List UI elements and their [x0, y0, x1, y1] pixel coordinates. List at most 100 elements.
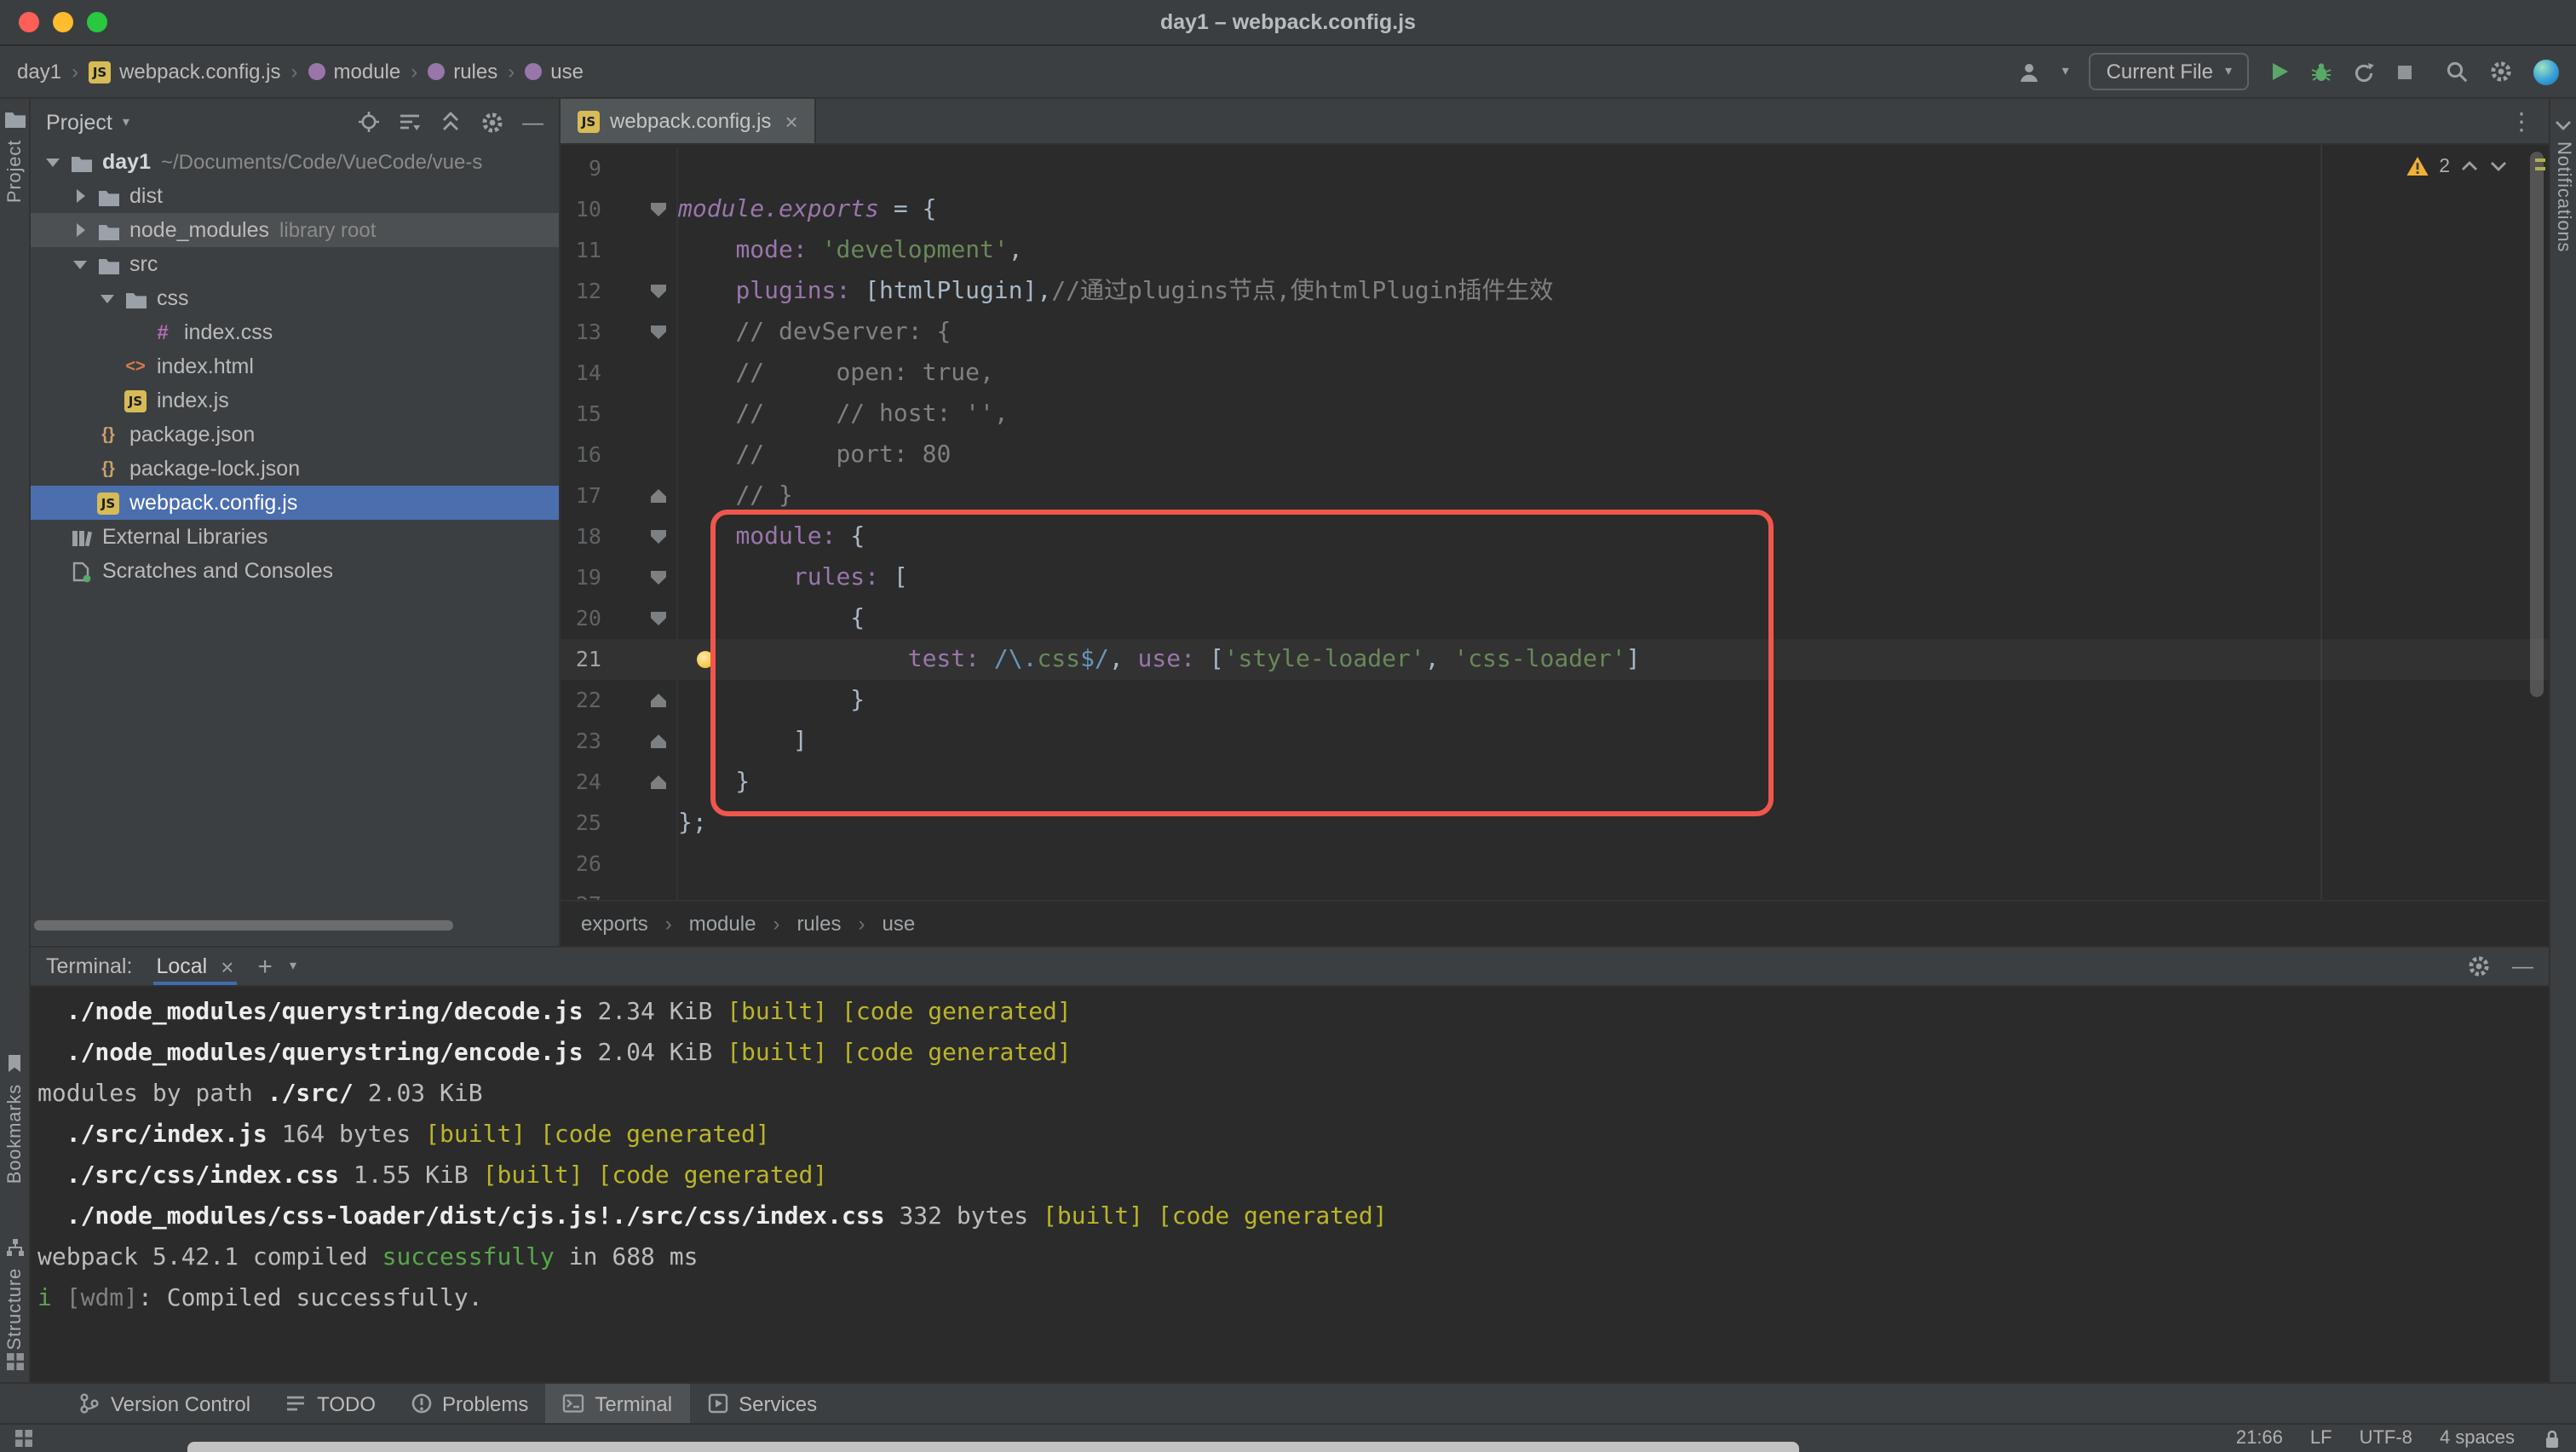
tree-chevron-icon[interactable]: [68, 223, 92, 237]
fold-down-icon[interactable]: [651, 285, 666, 298]
stripe-button-notifications[interactable]: Notifications: [2553, 141, 2573, 252]
code-line-26[interactable]: 26: [561, 844, 2549, 884]
stripe-button-structure[interactable]: Structure: [4, 1268, 25, 1350]
code-line-9[interactable]: 9: [561, 148, 2549, 189]
code-line-11[interactable]: 11 mode: 'development',: [561, 230, 2549, 271]
line-number[interactable]: 10: [561, 189, 601, 230]
line-number[interactable]: 9: [561, 148, 601, 189]
run-button[interactable]: [2269, 61, 2290, 82]
code-with-me-sphere-icon[interactable]: [2533, 59, 2559, 84]
tree-item-day1[interactable]: day1~/Documents/Code/VueCode/vue-s: [31, 145, 559, 179]
tree-chevron-icon[interactable]: [68, 189, 92, 203]
toolwindow-switcher-icon[interactable]: [14, 1428, 34, 1449]
nav-breadcrumb-webpack-config-js[interactable]: JSwebpack.config.js: [89, 60, 280, 84]
terminal-tab-local[interactable]: Local ×: [149, 948, 240, 985]
editor-breadcrumb-module[interactable]: module: [689, 912, 756, 936]
debug-button[interactable]: [2310, 60, 2332, 83]
tree-item-index-js[interactable]: JSindex.js: [31, 383, 559, 418]
zoom-window-button[interactable]: [87, 12, 107, 32]
line-number[interactable]: 22: [561, 680, 601, 721]
tree-chevron-icon[interactable]: [95, 294, 119, 302]
close-tab-icon[interactable]: ×: [785, 108, 797, 134]
code-line-23[interactable]: 23 ]: [561, 721, 2549, 762]
code-line-21[interactable]: 21 test: /\.css$/, use: ['style-loader',…: [561, 639, 2549, 680]
line-number[interactable]: 14: [561, 353, 601, 394]
code-line-18[interactable]: 18 module: {: [561, 516, 2549, 557]
code-line-22[interactable]: 22 }: [561, 680, 2549, 721]
terminal-output[interactable]: ./node_modules/querystring/decode.js 2.3…: [31, 988, 2549, 1382]
code-line-10[interactable]: 10module.exports = {: [561, 189, 2549, 230]
line-number[interactable]: 16: [561, 435, 601, 475]
close-terminal-tab-icon[interactable]: ×: [221, 954, 233, 979]
new-terminal-session-icon[interactable]: +: [257, 952, 273, 981]
code-line-17[interactable]: 17 // }: [561, 475, 2549, 516]
minimize-window-button[interactable]: [53, 12, 73, 32]
editor-content[interactable]: 910module.exports = {11 mode: 'developme…: [561, 145, 2549, 900]
panel-settings-gear-icon[interactable]: [480, 110, 503, 134]
line-number[interactable]: 24: [561, 762, 601, 803]
nav-breadcrumb-day1[interactable]: day1: [17, 60, 61, 84]
line-number[interactable]: 12: [561, 271, 601, 312]
fold-up-icon[interactable]: [651, 735, 666, 748]
tree-item-package-lock-json[interactable]: {}package-lock.json: [31, 452, 559, 486]
scrollbar-thumb[interactable]: [2530, 152, 2544, 697]
code-line-15[interactable]: 15 // // host: '',: [561, 394, 2549, 435]
fold-up-icon[interactable]: [651, 694, 666, 707]
tree-chevron-icon[interactable]: [68, 260, 92, 268]
coverage-button[interactable]: [2353, 60, 2375, 83]
view-options-icon[interactable]: [398, 111, 420, 133]
line-number[interactable]: 21: [561, 639, 601, 680]
nav-breadcrumb-use[interactable]: use: [525, 60, 584, 84]
status-widget-utf-8[interactable]: UTF-8: [2360, 1428, 2412, 1449]
fold-down-icon[interactable]: [651, 203, 666, 216]
fold-down-icon[interactable]: [651, 612, 666, 625]
tree-item-scratches-and-consoles[interactable]: Scratches and Consoles: [31, 554, 559, 588]
user-icon[interactable]: [2018, 60, 2042, 83]
toolwindow-button-terminal[interactable]: Terminal: [545, 1384, 689, 1423]
line-number[interactable]: 26: [561, 844, 601, 884]
terminal-settings-gear-icon[interactable]: [2466, 954, 2490, 978]
editor-breadcrumb-exports[interactable]: exports: [581, 912, 648, 936]
fold-down-icon[interactable]: [651, 530, 666, 544]
stripe-button-project[interactable]: Project: [4, 140, 25, 203]
code-line-25[interactable]: 25};: [561, 803, 2549, 844]
tab-options-icon[interactable]: ⋮: [2494, 99, 2549, 143]
code-line-27[interactable]: 27: [561, 884, 2549, 900]
toolwindow-button-todo[interactable]: TODO: [267, 1384, 393, 1423]
code-line-13[interactable]: 13 // devServer: {: [561, 312, 2549, 353]
toolwindow-grid-icon[interactable]: [4, 1351, 25, 1372]
tree-item-css[interactable]: css: [31, 281, 559, 315]
collapse-all-icon[interactable]: [439, 111, 461, 133]
editor-breadcrumb-use[interactable]: use: [882, 912, 915, 936]
intention-bulb-icon[interactable]: [697, 651, 714, 668]
toolwindow-button-version-control[interactable]: Version Control: [61, 1384, 267, 1423]
status-widget-4-spaces[interactable]: 4 spaces: [2440, 1428, 2515, 1449]
code-line-19[interactable]: 19 rules: [: [561, 557, 2549, 598]
fold-down-icon[interactable]: [651, 326, 666, 339]
line-number[interactable]: 20: [561, 598, 601, 639]
line-number[interactable]: 25: [561, 803, 601, 844]
nav-breadcrumb-module[interactable]: module: [308, 60, 401, 84]
toolwindow-button-services[interactable]: Services: [689, 1384, 834, 1423]
settings-gear-icon[interactable]: [2489, 60, 2513, 84]
tree-item-dist[interactable]: dist: [31, 179, 559, 213]
editor-tab-webpack-config[interactable]: JS webpack.config.js ×: [561, 99, 817, 143]
code-line-12[interactable]: 12 plugins: [htmlPlugin],//通过plugins节点,使…: [561, 271, 2549, 312]
stop-button[interactable]: [2395, 62, 2414, 81]
line-number[interactable]: 11: [561, 230, 601, 271]
close-window-button[interactable]: [19, 12, 39, 32]
line-number[interactable]: 15: [561, 394, 601, 435]
project-horizontal-scrollbar[interactable]: [31, 919, 559, 932]
search-everywhere-icon[interactable]: [2445, 60, 2469, 84]
fold-down-icon[interactable]: [651, 571, 666, 585]
stripe-button-bookmarks[interactable]: Bookmarks: [4, 1084, 25, 1184]
tree-item-index-css[interactable]: #index.css: [31, 315, 559, 349]
tree-item-src[interactable]: src: [31, 247, 559, 281]
tree-item-node-modules[interactable]: node_moduleslibrary root: [31, 213, 559, 247]
hide-panel-icon[interactable]: —: [522, 110, 543, 134]
tree-item-webpack-config-js[interactable]: JSwebpack.config.js: [31, 486, 559, 520]
hide-terminal-icon[interactable]: —: [2512, 954, 2533, 978]
select-opened-file-icon[interactable]: [357, 111, 379, 133]
code-line-16[interactable]: 16 // port: 80: [561, 435, 2549, 475]
line-number[interactable]: 23: [561, 721, 601, 762]
